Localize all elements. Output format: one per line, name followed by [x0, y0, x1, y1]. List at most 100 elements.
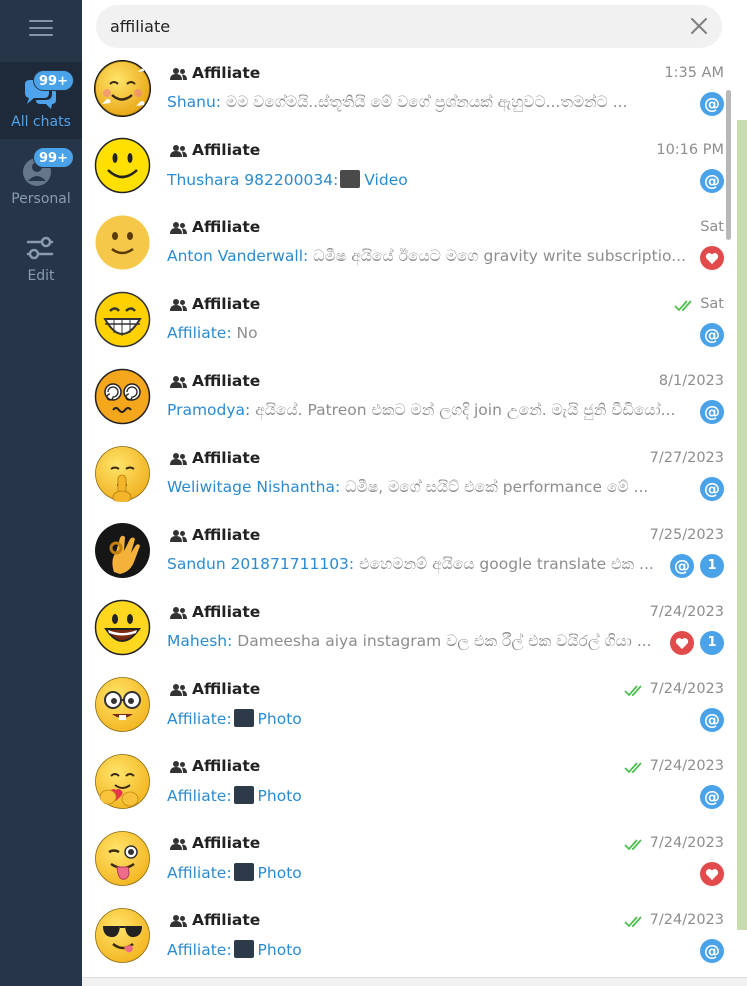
chat-row[interactable]: Affiliate Sat Affiliate: No @: [82, 286, 734, 363]
chat-row[interactable]: Affiliate 7/24/2023 Affiliate: Photo @: [82, 748, 734, 825]
read-checkmark-icon: [624, 683, 646, 697]
chat-time: 10:16 PM: [656, 142, 724, 158]
chat-row[interactable]: Affiliate 7/24/2023 Mahesh: Dameesha aiya …: [82, 594, 734, 671]
message-sender: Sandun 201871711103:: [167, 555, 355, 573]
chat-title: Affiliate: [192, 372, 261, 390]
group-icon: [170, 915, 187, 927]
heart-reaction-icon: [700, 862, 724, 886]
edit-icon: [26, 236, 54, 260]
mention-badge: @: [700, 708, 724, 732]
chat-title: Affiliate: [192, 603, 261, 621]
mention-badge: @: [700, 323, 724, 347]
group-icon: [170, 684, 187, 696]
folder-sidebar: 99+ All chats 99+ Personal Edit: [0, 0, 82, 986]
message-preview: Anton Vanderwall: ධමීෂ අයියේ ඊයෙට මගෙ gr…: [167, 247, 687, 266]
message-preview: Affiliate: Photo: [167, 709, 687, 728]
message-preview: Shanu: මම වගේමයි..ස්තූතියි මේ වගේ ප්‍රශ්…: [167, 93, 687, 112]
unread-badge: 99+: [33, 147, 74, 168]
message-preview: Weliwitage Nishantha: ධමීෂ, මගේ සයිට් එක…: [167, 478, 687, 497]
mention-badge: @: [700, 92, 724, 116]
chat-row[interactable]: Affiliate Sat Anton Vanderwall: ධමීෂ අයියේ…: [82, 209, 734, 286]
message-preview: Affiliate: Photo: [167, 863, 687, 882]
media-label: Photo: [257, 710, 302, 728]
message-sender: Affiliate:: [167, 324, 232, 342]
chat-time: 7/24/2023: [649, 835, 724, 851]
message-preview: Pramodya: අයියේ. Patreon එකට මන් ලගදි jo…: [167, 401, 687, 420]
mention-badge: @: [700, 477, 724, 501]
unread-badge: 99+: [33, 70, 74, 91]
avatar: [94, 368, 151, 425]
message-sender: Affiliate:: [167, 710, 232, 728]
hamburger-icon: [29, 19, 53, 36]
scrollbar[interactable]: [724, 60, 734, 975]
chat-list: Affiliate 1:35 AM Shanu: මම වගේමයි..ස්තූති…: [82, 55, 734, 977]
chat-time: 7/27/2023: [649, 450, 724, 466]
avatar: [94, 214, 151, 271]
search-bar: [82, 0, 734, 55]
media-label: Photo: [257, 864, 302, 882]
chat-row[interactable]: Affiliate 8/1/2023 Pramodya: අයියේ. Patreo…: [82, 363, 734, 440]
heart-reaction-icon: [670, 631, 694, 655]
avatar: [94, 522, 151, 579]
message-sender: Affiliate:: [167, 864, 232, 882]
avatar: [94, 907, 151, 964]
search-input[interactable]: [110, 5, 670, 48]
message-preview: Affiliate: Photo: [167, 940, 687, 959]
group-icon: [170, 68, 187, 80]
chat-time: 7/25/2023: [649, 527, 724, 543]
folder-label: Edit: [27, 268, 55, 284]
read-checkmark-icon: [624, 760, 646, 774]
chat-title: Affiliate: [192, 141, 261, 159]
read-checkmark-icon: [674, 298, 696, 312]
group-icon: [170, 453, 187, 465]
message-text: එහෙමනම් අයියෙ google translate එක ...: [354, 555, 654, 573]
message-sender: Shanu:: [167, 93, 222, 111]
mention-badge: @: [670, 554, 694, 578]
close-icon[interactable]: [688, 15, 710, 37]
message-preview: Sandun 201871711103: එහෙමනම් අයියෙ googl…: [167, 555, 662, 574]
avatar: [94, 137, 151, 194]
group-icon: [170, 607, 187, 619]
chat-row[interactable]: Affiliate 10:16 PM Thushara 982200034: Vide…: [82, 132, 734, 209]
group-icon: [170, 838, 187, 850]
chat-time: 7/24/2023: [649, 758, 724, 774]
folder-personal[interactable]: 99+ Personal: [0, 139, 82, 216]
avatar: [94, 445, 151, 502]
chat-row[interactable]: Affiliate 1:35 AM Shanu: මම වගේමයි..ස්තූති…: [82, 55, 734, 132]
group-icon: [170, 145, 187, 157]
folder-edit[interactable]: Edit: [0, 216, 82, 293]
chat-row[interactable]: Affiliate 7/27/2023 Weliwitage Nishantha: …: [82, 440, 734, 517]
folder-label: All chats: [11, 114, 71, 130]
chat-title: Affiliate: [192, 680, 261, 698]
unread-count-badge: 1: [700, 631, 724, 655]
avatar: [94, 830, 151, 887]
media-label: Video: [364, 171, 408, 189]
message-preview: Affiliate: No: [167, 324, 687, 342]
bottom-edge: [82, 977, 747, 986]
chat-row[interactable]: Affiliate 7/24/2023 Affiliate: Photo @: [82, 902, 734, 977]
menu-button[interactable]: [0, 0, 82, 55]
message-sender: Weliwitage Nishantha:: [167, 478, 341, 496]
chat-row[interactable]: Affiliate 7/24/2023 Affiliate: Photo: [82, 825, 734, 902]
message-sender: Anton Vanderwall:: [167, 247, 309, 265]
message-text: ධමීෂ අයියේ ඊයෙට මගෙ gravity write subscr…: [308, 247, 687, 265]
folder-label: Personal: [11, 191, 71, 207]
folder-all-chats[interactable]: 99+ All chats: [0, 62, 82, 139]
message-text: මම වගේමයි..ස්තූතියි මේ වගේ ප්‍රශ්නයක් ඇහ…: [221, 93, 628, 111]
avatar: [94, 291, 151, 348]
scrollbar-thumb[interactable]: [726, 90, 731, 240]
message-preview: Thushara 982200034: Video: [167, 170, 687, 189]
chat-title: Affiliate: [192, 757, 261, 775]
mention-badge: @: [700, 939, 724, 963]
mention-badge: @: [700, 785, 724, 809]
chat-title: Affiliate: [192, 526, 261, 544]
unread-count-badge: 1: [700, 554, 724, 578]
media-thumbnail: [233, 786, 254, 804]
read-checkmark-icon: [624, 837, 646, 851]
chat-row[interactable]: Affiliate 7/25/2023 Sandun 201871711103: එ…: [82, 517, 734, 594]
mention-badge: @: [700, 169, 724, 193]
media-label: Photo: [257, 787, 302, 805]
message-sender: Thushara 982200034:: [167, 171, 339, 189]
group-icon: [170, 376, 187, 388]
chat-row[interactable]: Affiliate 7/24/2023 Affiliate: Photo @: [82, 671, 734, 748]
